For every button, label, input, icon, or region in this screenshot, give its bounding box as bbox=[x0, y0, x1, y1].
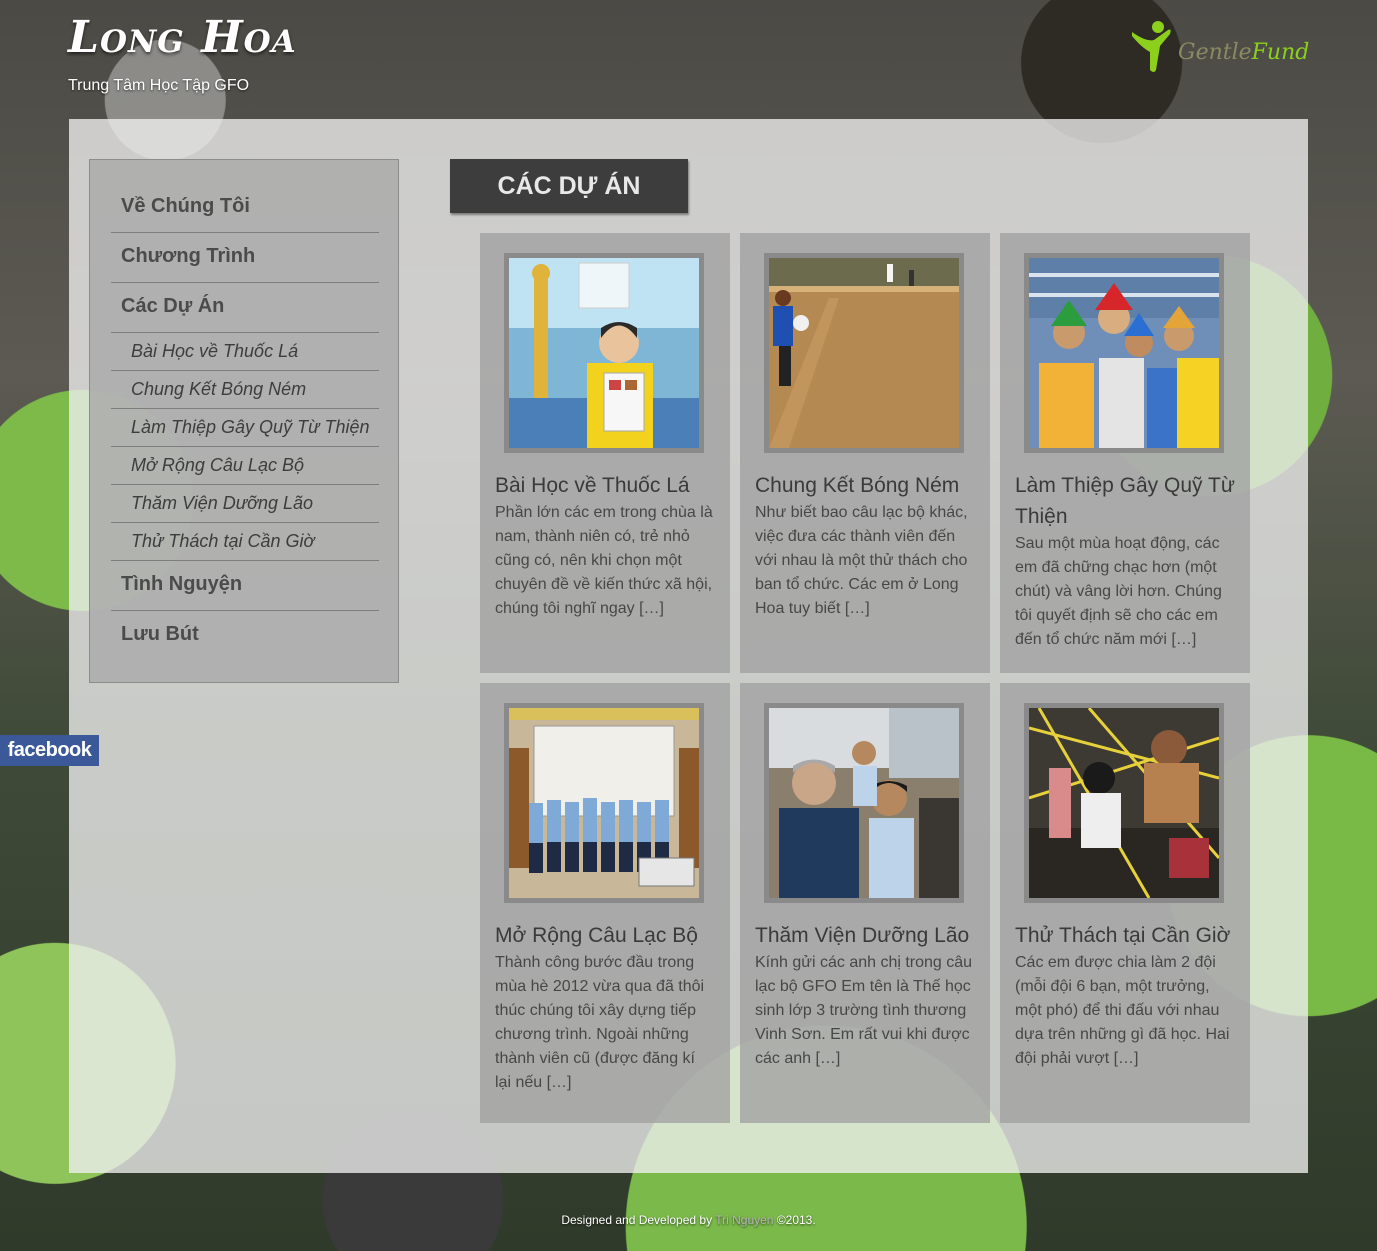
project-excerpt: Thành công bước đầu trong mùa hè 2012 vừ… bbox=[495, 954, 705, 1091]
sidebar-item-guestbook[interactable]: Lưu Bút bbox=[111, 611, 379, 661]
project-photo bbox=[509, 708, 699, 898]
project-card-charity-cards[interactable]: Làm Thiệp Gây Quỹ Từ Thiện Sau một mùa h… bbox=[1000, 233, 1250, 673]
brand-text-fund: Fund bbox=[1251, 40, 1310, 65]
project-thumbnail[interactable] bbox=[764, 253, 964, 453]
project-photo bbox=[1029, 708, 1219, 898]
footer-credit: Designed and Developed by bbox=[561, 1213, 713, 1227]
footer-author-link[interactable]: Tri Nguyen bbox=[715, 1213, 773, 1227]
project-title[interactable]: Làm Thiệp Gây Quỹ Từ Thiện bbox=[1015, 470, 1241, 532]
project-card-club-expansion[interactable]: Mở Rộng Câu Lạc Bộ Thành công bước đầu t… bbox=[480, 683, 730, 1123]
project-title[interactable]: Mở Rộng Câu Lạc Bộ bbox=[495, 920, 721, 951]
project-thumbnail[interactable] bbox=[504, 703, 704, 903]
project-photo bbox=[1029, 258, 1219, 448]
project-excerpt: Kính gửi các anh chị trong câu lạc bộ GF… bbox=[755, 954, 973, 1067]
project-title[interactable]: Bài Học về Thuốc Lá bbox=[495, 470, 721, 501]
project-card-can-gio-challenge[interactable]: Thử Thách tại Cần Giờ Các em được chia l… bbox=[1000, 683, 1250, 1123]
project-photo bbox=[509, 258, 699, 448]
site-title[interactable]: Long Hoa bbox=[68, 12, 297, 63]
project-card-smoking-lesson[interactable]: Bài Học về Thuốc Lá Phần lớn các em tron… bbox=[480, 233, 730, 673]
sidebar-nav: Về Chúng Tôi Chương Trình Các Dự Án Bài … bbox=[89, 159, 399, 683]
gentle-fund-logo[interactable]: GentleFund bbox=[1128, 18, 1318, 78]
sidebar-subitem-nursing-home[interactable]: Thăm Viện Dưỡng Lão bbox=[111, 485, 379, 523]
gentle-fund-figure-icon bbox=[1132, 21, 1171, 72]
project-excerpt: Phần lớn các em trong chùa là nam, thành… bbox=[495, 504, 713, 617]
sidebar-subitem-charity-cards[interactable]: Làm Thiệp Gây Quỹ Từ Thiện bbox=[111, 409, 379, 447]
gentle-fund-wordmark: GentleFund bbox=[1178, 40, 1309, 65]
brand-text-gentle: Gentle bbox=[1178, 40, 1252, 65]
sidebar-item-program[interactable]: Chương Trình bbox=[111, 233, 379, 283]
project-photo bbox=[769, 708, 959, 898]
project-thumbnail[interactable] bbox=[1024, 703, 1224, 903]
project-excerpt: Như biết bao câu lạc bộ khác, việc đưa c… bbox=[755, 504, 968, 617]
sidebar-item-projects[interactable]: Các Dự Án bbox=[111, 283, 379, 333]
project-photo bbox=[769, 258, 959, 448]
project-card-nursing-home[interactable]: Thăm Viện Dưỡng Lão Kính gửi các anh chị… bbox=[740, 683, 990, 1123]
sidebar-subitem-handball-final[interactable]: Chung Kết Bóng Ném bbox=[111, 371, 379, 409]
project-thumbnail[interactable] bbox=[504, 253, 704, 453]
project-thumbnail[interactable] bbox=[1024, 253, 1224, 453]
sidebar-subitem-smoking-lesson[interactable]: Bài Học về Thuốc Lá bbox=[111, 333, 379, 371]
project-title[interactable]: Thử Thách tại Cần Giờ bbox=[1015, 920, 1241, 951]
footer: Designed and Developed by Tri Nguyen ©20… bbox=[0, 1213, 1377, 1227]
sidebar-subitem-can-gio-challenge[interactable]: Thử Thách tại Cần Giờ bbox=[111, 523, 379, 561]
sidebar-item-about[interactable]: Về Chúng Tôi bbox=[111, 183, 379, 233]
project-thumbnail[interactable] bbox=[764, 703, 964, 903]
site-subtitle: Trung Tâm Học Tập GFO bbox=[68, 77, 250, 94]
section-title: CÁC DỰ ÁN bbox=[450, 159, 688, 213]
project-title[interactable]: Chung Kết Bóng Ném bbox=[755, 470, 981, 501]
sidebar-item-volunteer[interactable]: Tình Nguyện bbox=[111, 561, 379, 611]
footer-copyright: ©2013. bbox=[776, 1213, 816, 1227]
sidebar-nav-list: Về Chúng Tôi Chương Trình Các Dự Án Bài … bbox=[111, 183, 379, 661]
project-excerpt: Các em được chia làm 2 đội (mỗi đội 6 bạ… bbox=[1015, 954, 1230, 1067]
sidebar-subitem-club-expansion[interactable]: Mở Rộng Câu Lạc Bộ bbox=[111, 447, 379, 485]
project-excerpt: Sau một mùa hoạt động, các em đã chững c… bbox=[1015, 535, 1222, 648]
facebook-tab[interactable]: facebook bbox=[0, 735, 99, 766]
project-card-handball-final[interactable]: Chung Kết Bóng Ném Như biết bao câu lạc … bbox=[740, 233, 990, 673]
project-title[interactable]: Thăm Viện Dưỡng Lão bbox=[755, 920, 981, 951]
